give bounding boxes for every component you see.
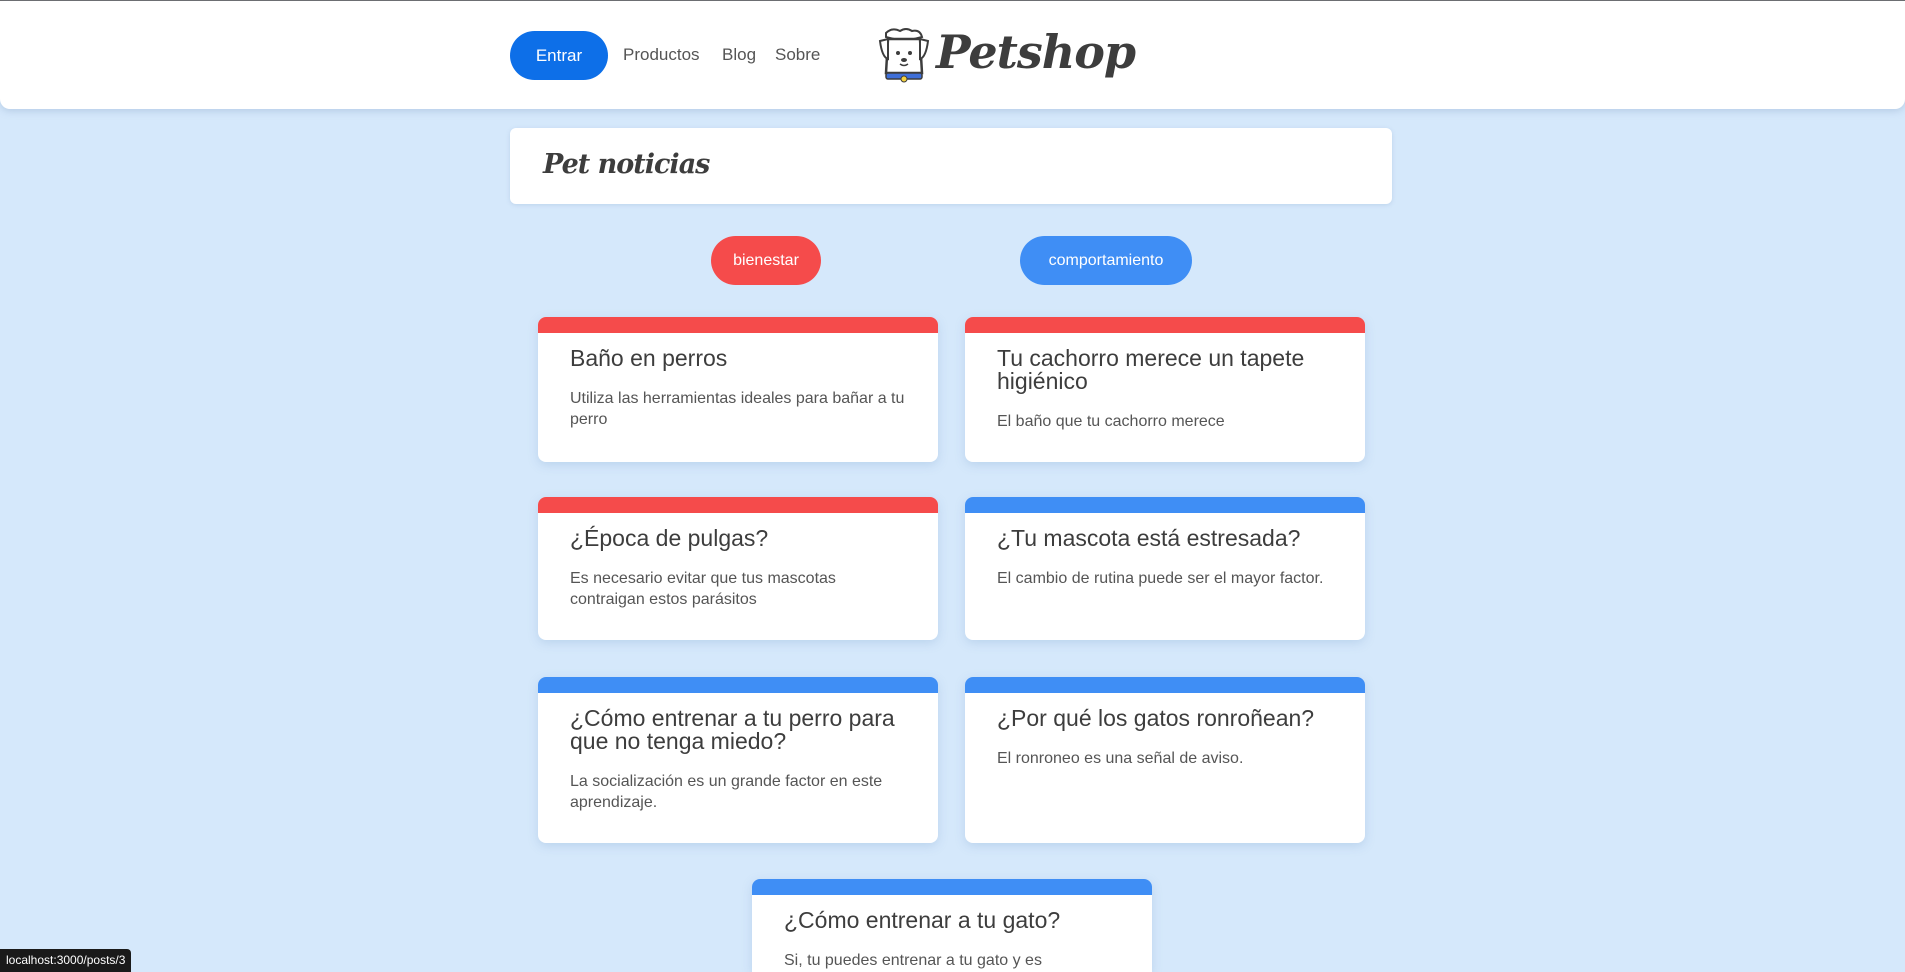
category-bar xyxy=(538,677,938,693)
status-bar-url: localhost:3000/posts/3 xyxy=(0,949,132,972)
logo-text[interactable]: Petshop xyxy=(936,25,1136,79)
post-title: ¿Época de pulgas? xyxy=(570,525,769,551)
post-card[interactable]: ¿Cómo entrenar a tu perro para que no te… xyxy=(538,677,938,843)
category-bar xyxy=(965,317,1365,333)
post-card[interactable]: ¿Por qué los gatos ronroñean? El ronrone… xyxy=(965,677,1365,843)
post-card[interactable]: ¿Cómo entrenar a tu gato? Si, tu puedes … xyxy=(752,879,1152,972)
post-description: La socialización es un grande factor en … xyxy=(570,773,883,811)
post-description: Es necesario evitar que tus mascotas con… xyxy=(570,570,836,608)
post-title: ¿Cómo entrenar a tu gato? xyxy=(784,907,1061,933)
post-title: ¿Por qué los gatos ronroñean? xyxy=(997,705,1315,731)
nav-link-sobre[interactable]: Sobre xyxy=(775,45,820,65)
category-bar xyxy=(965,497,1365,513)
filter-bienestar-button[interactable]: bienestar xyxy=(711,236,821,285)
category-bar xyxy=(965,677,1365,693)
site-header: Entrar Productos Blog Sobre Petshop xyxy=(0,1,1905,109)
post-card[interactable]: Baño en perros Utiliza las herramientas … xyxy=(538,317,938,462)
login-button[interactable]: Entrar xyxy=(510,31,608,80)
post-description: Utiliza las herramientas ideales para ba… xyxy=(570,390,905,428)
post-card[interactable]: ¿Época de pulgas? Es necesario evitar qu… xyxy=(538,497,938,640)
post-description: Si, tu puedes entrenar a tu gato y es xyxy=(784,952,1042,969)
page-title: Pet noticias xyxy=(543,149,710,180)
post-description: El baño que tu cachorro merece xyxy=(997,413,1225,430)
category-bar xyxy=(752,879,1152,895)
category-bar xyxy=(538,317,938,333)
post-card[interactable]: ¿Tu mascota está estresada? El cambio de… xyxy=(965,497,1365,640)
post-title: Tu cachorro merece un tapete higiénico xyxy=(997,345,1305,394)
post-card[interactable]: Tu cachorro merece un tapete higiénico E… xyxy=(965,317,1365,462)
nav-link-blog[interactable]: Blog xyxy=(722,45,756,65)
dog-logo-icon[interactable] xyxy=(878,27,930,83)
post-title: Baño en perros xyxy=(570,345,728,371)
post-title: ¿Cómo entrenar a tu perro para que no te… xyxy=(570,705,895,754)
filter-comportamiento-button[interactable]: comportamiento xyxy=(1020,236,1192,285)
post-title: ¿Tu mascota está estresada? xyxy=(997,525,1301,551)
category-bar xyxy=(538,497,938,513)
post-description: El ronroneo es una señal de aviso. xyxy=(997,750,1244,767)
page-title-panel: Pet noticias xyxy=(510,128,1392,204)
nav-link-productos[interactable]: Productos xyxy=(623,45,700,65)
post-description: El cambio de rutina puede ser el mayor f… xyxy=(997,570,1324,587)
